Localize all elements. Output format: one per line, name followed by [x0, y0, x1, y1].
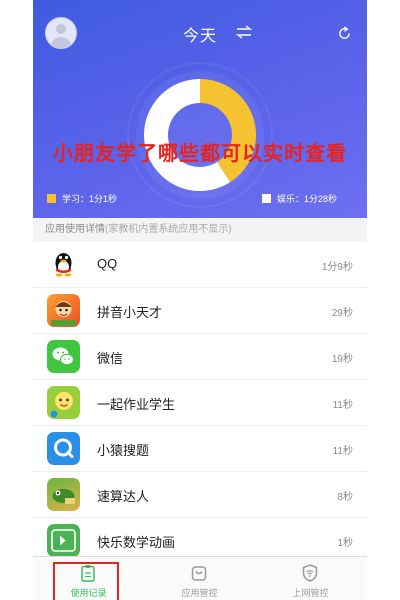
- app-time: 11秒: [332, 446, 353, 457]
- pinyin-app-icon: [47, 294, 80, 327]
- swap-arrows-icon[interactable]: [236, 25, 252, 39]
- qq-penguin-graphic: [55, 253, 72, 277]
- wechat-icon: [47, 340, 80, 373]
- legend-play-swatch: [261, 194, 271, 203]
- list-item[interactable]: QQ 1分9秒: [33, 242, 367, 288]
- section-title-text: 应用使用详情: [45, 224, 105, 235]
- app-usage-list: QQ 1分9秒 拼音小天才 29秒 微信 19秒 一起作业学生 11秒 小猿搜题…: [33, 242, 367, 564]
- app-name: 小猿搜题: [97, 443, 150, 458]
- legend-study-label: 学习：1分1秒: [62, 194, 118, 204]
- qq-penguin-icon: [47, 248, 80, 281]
- page-title: 今天: [182, 28, 217, 45]
- xiaoyuan-search-graphic: [54, 438, 74, 458]
- clipboard-icon: [81, 565, 95, 582]
- susuan-app-graphic: [52, 489, 75, 504]
- legend-play-label: 娱乐：1分28秒: [276, 194, 337, 204]
- tab-app-control[interactable]: 应用管控: [144, 557, 255, 600]
- tab-internet-control[interactable]: 上网管控: [255, 557, 366, 600]
- list-item[interactable]: 微信 19秒: [33, 334, 367, 380]
- donut-svg: [127, 62, 273, 208]
- shield-wifi-icon: [302, 564, 318, 582]
- app-name: QQ: [97, 256, 118, 271]
- app-time: 19秒: [331, 354, 353, 365]
- usage-header: 今天 小朋友学了哪些都可以实时查看 学习：1分1秒 娱乐：1分28秒: [33, 0, 367, 218]
- tab-label: 上网管控: [292, 588, 329, 598]
- tab-label: 使用记录: [70, 588, 107, 598]
- section-heading: 应用使用详情(家教机内置系统应用不显示): [33, 218, 367, 242]
- legend-study: 学习：1分1秒: [47, 192, 117, 205]
- legend-study-swatch: [47, 194, 56, 203]
- yiqizuoye-icon: [47, 386, 80, 419]
- list-item[interactable]: 速算达人 8秒: [33, 472, 367, 518]
- app-name: 微信: [97, 351, 124, 366]
- app-time: 29秒: [331, 308, 353, 319]
- section-note: (家教机内置系统应用不显示): [105, 224, 232, 235]
- wechat-graphic: [52, 347, 74, 366]
- list-item[interactable]: 拼音小天才 29秒: [33, 288, 367, 334]
- app-name: 速算达人: [97, 489, 150, 504]
- yiqizuoye-graphic: [50, 392, 73, 418]
- phone-screen: 今天 小朋友学了哪些都可以实时查看 学习：1分1秒 娱乐：1分28秒 应用使用详…: [33, 0, 367, 600]
- app-time: 1秒: [337, 538, 353, 549]
- refresh-icon[interactable]: [337, 26, 352, 41]
- app-time: 8秒: [337, 492, 353, 503]
- happy-math-icon: [47, 524, 80, 557]
- app-time: 1分9秒: [321, 262, 353, 273]
- list-item[interactable]: 一起作业学生 11秒: [33, 380, 367, 426]
- tab-label: 应用管控: [181, 588, 218, 598]
- susuan-app-icon: [47, 478, 80, 511]
- overlay-caption: 小朋友学了哪些都可以实时查看: [53, 143, 347, 165]
- happy-math-graphic: [51, 529, 76, 552]
- legend-play: 娱乐：1分28秒: [261, 192, 337, 205]
- list-item[interactable]: 小猿搜题 11秒: [33, 426, 367, 472]
- app-name: 拼音小天才: [97, 305, 163, 320]
- app-name: 快乐数学动画: [97, 535, 176, 550]
- xiaoyuan-search-icon: [47, 432, 80, 465]
- usage-donut-chart: [125, 60, 275, 210]
- bag-icon: [191, 566, 207, 581]
- pinyin-app-graphic: [51, 301, 76, 326]
- bottom-tab-bar: 使用记录 应用管控 上网管控: [33, 556, 367, 600]
- app-name: 一起作业学生: [97, 397, 176, 412]
- app-time: 11秒: [332, 400, 353, 411]
- tab-usage-records[interactable]: 使用记录: [33, 557, 144, 600]
